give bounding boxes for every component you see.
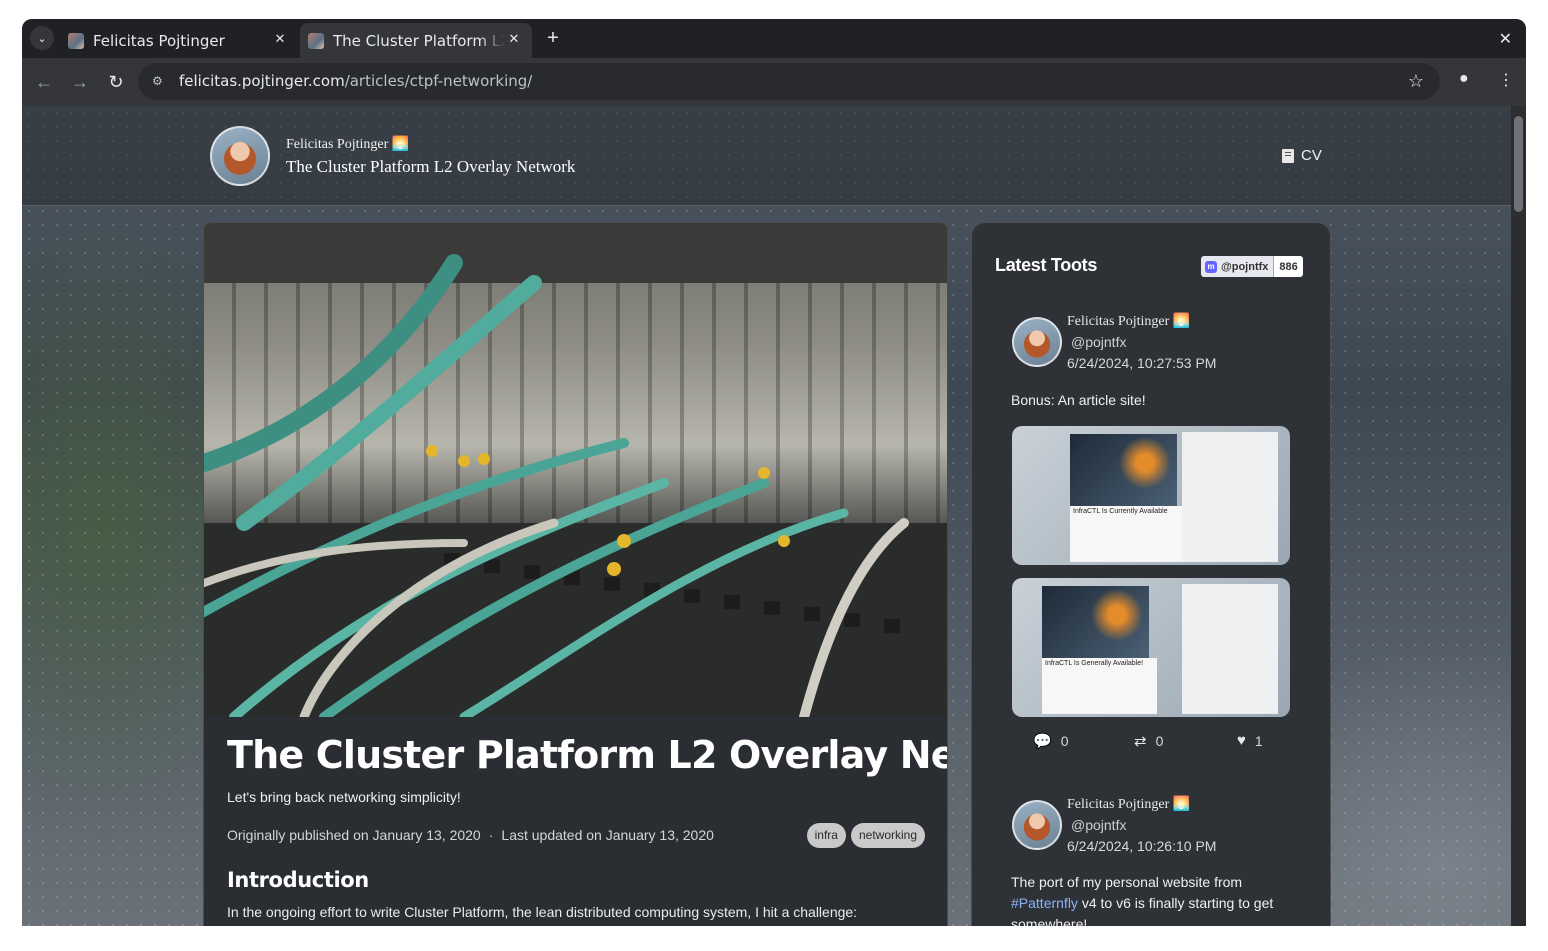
image-caption: InfraCTL Is Generally Available! [1045, 660, 1144, 667]
panel-title: Latest Toots [995, 255, 1098, 275]
boosts-button[interactable]: ⇄ 0 [1134, 732, 1163, 750]
header-avatar[interactable] [210, 126, 270, 186]
site-author-name[interactable]: Felicitas Pojtinger 🌅 [286, 136, 409, 153]
toot-handle[interactable]: @pojntfx [1071, 817, 1126, 833]
mastodon-icon: m [1205, 260, 1217, 273]
article-paragraph: In the ongoing effort to write Cluster P… [227, 904, 858, 920]
hero-image-network-switch [204, 223, 947, 717]
new-tab-button[interactable]: + [542, 27, 564, 49]
bookmark-star-icon[interactable]: ☆ [1408, 71, 1424, 92]
site-header: Felicitas Pojtinger 🌅 The Cluster Platfo… [22, 106, 1511, 206]
article-dates: Originally published on January 13, 2020… [227, 827, 714, 843]
toot-text: Bonus: An article site! [1011, 392, 1146, 408]
cv-link[interactable]: CV [1282, 147, 1322, 164]
tab-title: The Cluster Platform L2 Overlay Network [333, 31, 505, 50]
reload-icon[interactable]: ↻ [104, 70, 128, 94]
tab-strip: ⌄ Felicitas Pojtinger ✕ The Cluster Plat… [22, 19, 1526, 58]
url-text[interactable]: felicitas.pojtinger.com/articles/ctpf-ne… [179, 72, 532, 90]
forward-arrow-icon[interactable]: → [68, 70, 92, 94]
comments-icon: 💬 [1033, 733, 1052, 750]
toot-timestamp[interactable]: 6/24/2024, 10:26:10 PM [1067, 838, 1216, 854]
back-arrow-icon[interactable]: ← [32, 70, 56, 94]
toot-author[interactable]: Felicitas Pojtinger 🌅 [1067, 796, 1190, 813]
address-bar[interactable]: ⚙ felicitas.pojtinger.com/articles/ctpf-… [138, 63, 1440, 100]
likes-button[interactable]: ♥ 1 [1237, 732, 1263, 749]
page-content: Felicitas Pojtinger 🌅 The Cluster Platfo… [22, 106, 1511, 926]
favicon-icon [308, 32, 324, 49]
updated-date: Last updated on January 13, 2020 [501, 827, 714, 843]
latest-toots-panel: Latest Toots m @pojntfx 886 Felicitas Poj… [971, 222, 1331, 926]
tab-felicitas[interactable]: Felicitas Pojtinger ✕ [68, 23, 298, 58]
heart-icon: ♥ [1237, 732, 1246, 749]
profile-icon[interactable]: ● [1459, 70, 1469, 88]
article-title: The Cluster Platform L2 Overlay Network [227, 733, 947, 777]
article-card: The Cluster Platform L2 Overlay Network … [203, 222, 948, 926]
book-icon [1282, 148, 1294, 163]
tab-search-button[interactable]: ⌄ [30, 26, 54, 50]
browser-toolbar: ← → ↻ ⚙ felicitas.pojtinger.com/articles… [22, 58, 1526, 106]
toot-handle[interactable]: @pojntfx [1071, 334, 1126, 350]
scrollbar-thumb[interactable] [1514, 116, 1523, 212]
tab-title: Felicitas Pojtinger [93, 31, 225, 50]
follower-count: 886 [1273, 256, 1303, 277]
toot-image[interactable]: InfraCTL Is Generally Available! [1012, 578, 1290, 717]
tab-cluster-platform[interactable]: The Cluster Platform L2 Overlay Network … [300, 23, 532, 58]
published-date: Originally published on January 13, 2020 [227, 827, 481, 843]
window-close-icon[interactable]: ✕ [1499, 29, 1512, 49]
tag-list: infra networking [806, 823, 925, 848]
toot-image[interactable]: InfraCTL Is Currently Available [1012, 426, 1290, 565]
retweet-icon: ⇄ [1134, 733, 1147, 750]
close-tab-icon[interactable]: ✕ [272, 32, 288, 48]
toot-text: The port of my personal website from #Pa… [1011, 874, 1274, 926]
meta-separator: · [488, 827, 494, 843]
browser-window: ⌄ Felicitas Pojtinger ✕ The Cluster Plat… [22, 19, 1526, 926]
site-info-icon[interactable]: ⚙ [152, 74, 168, 90]
toot-avatar[interactable] [1012, 317, 1062, 367]
menu-kebab-icon[interactable]: ⋮ [1498, 70, 1514, 90]
hashtag-link[interactable]: #Patternfly [1011, 895, 1078, 911]
toot-stats: 💬 0 ⇄ 0 ♥ 1 [972, 732, 1330, 754]
cables-illustration [204, 223, 947, 717]
toot-avatar[interactable] [1012, 800, 1062, 850]
replies-button[interactable]: 💬 0 [1033, 732, 1068, 750]
toot-author[interactable]: Felicitas Pojtinger 🌅 [1067, 313, 1190, 330]
article-lead: Let's bring back networking simplicity! [227, 789, 461, 805]
section-heading: Introduction [227, 868, 369, 892]
favicon-icon [68, 32, 84, 49]
tag-networking[interactable]: networking [850, 823, 925, 848]
mastodon-follow-badge[interactable]: m @pojntfx 886 [1201, 256, 1303, 277]
image-caption: InfraCTL Is Currently Available [1073, 508, 1168, 515]
page-scrollbar[interactable] [1511, 106, 1526, 926]
tag-infra[interactable]: infra [806, 823, 846, 848]
page-title: The Cluster Platform L2 Overlay Network [286, 157, 576, 176]
close-tab-icon[interactable]: ✕ [506, 32, 522, 48]
toot-timestamp[interactable]: 6/24/2024, 10:27:53 PM [1067, 355, 1216, 371]
